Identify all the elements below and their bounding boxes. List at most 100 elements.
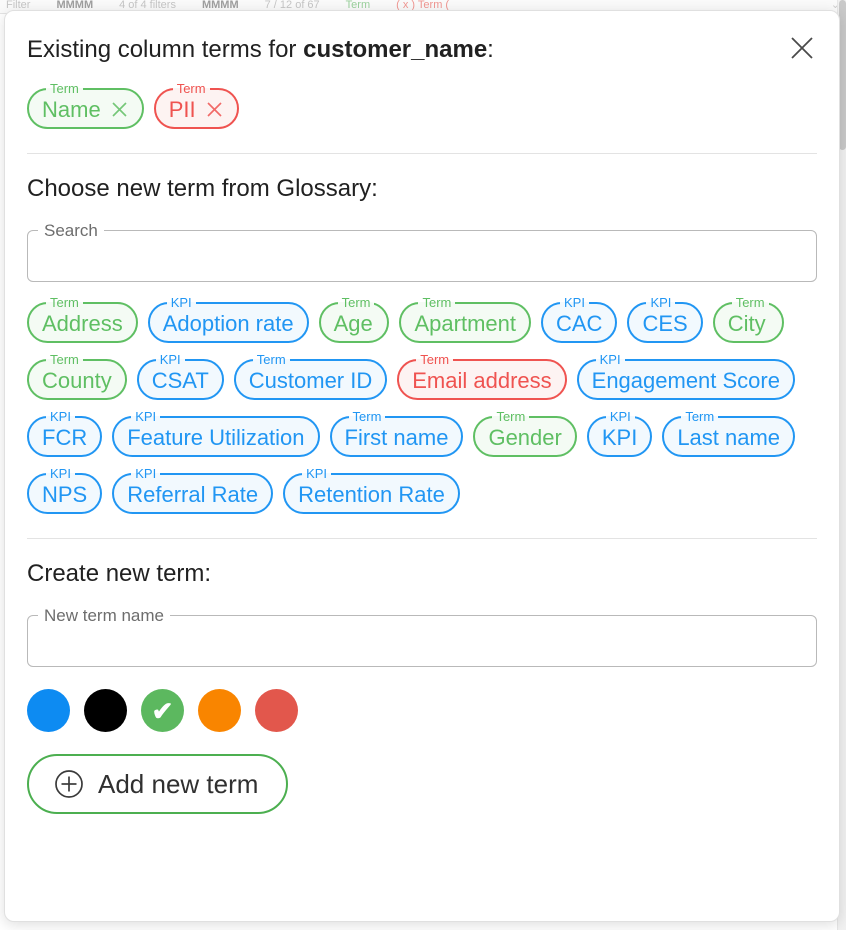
chip-fcr[interactable]: KPI FCR [27,409,103,457]
chip-label: Customer ID [248,368,373,393]
chip-engagement-score[interactable]: KPI Engagement Score [576,352,795,400]
new-term-name-field: New term name [27,606,817,672]
chip-label: Address [42,311,123,336]
chip-cac[interactable]: KPI CAC [540,295,618,343]
chip-feature-utilization[interactable]: KPI Feature Utilization [112,409,320,457]
chip-apartment[interactable]: Term Apartment [399,296,531,343]
chip-remove-icon[interactable] [205,100,224,119]
divider-existing [27,153,817,154]
chip-label: CAC [555,311,603,336]
chip-city[interactable]: Term City [712,295,784,343]
chip-kind-label: KPI [609,409,631,424]
chip-label: Referral Rate [127,482,259,507]
chip-kind-label: Term [176,81,206,96]
chip-label: FCR [42,425,88,450]
divider-glossary [27,538,817,539]
color-swatch-blue[interactable] [27,689,70,732]
existing-terms-title: Existing column terms for customer_name: [27,35,817,65]
existing-terms-chip-list: Term Name Term PII [27,82,817,129]
glossary-title: Choose new term from Glossary: [27,175,378,202]
chip-address[interactable]: Term Address [27,296,138,343]
search-field-label: Search [44,221,98,240]
glossary-chip-list: Term Address KPI Adoption rate Term Age Term Ap… [27,296,817,514]
chip-label: CES [642,311,688,336]
chip-kind-label: KPI [135,466,157,481]
create-term-title: Create new term: [27,560,212,587]
new-term-name-input[interactable] [28,624,816,672]
chip-label: Last name [677,425,781,450]
chip-kind-label: Term [422,295,452,310]
chip-kind-label: Term [50,352,79,367]
chip-email-address[interactable]: Term Email address [397,352,567,400]
chip-last-name[interactable]: Term Last name [662,409,796,457]
chip-label: CSAT [151,368,209,393]
chip-label: City [727,311,766,336]
chip-kind-label: KPI [159,352,181,367]
add-new-term-button[interactable]: Add new term [27,754,289,814]
column-name: customer_name [303,36,488,63]
chip-label: First name [344,425,449,450]
chip-kind-label: KPI [170,295,192,310]
chip-name[interactable]: Term Name [27,82,144,129]
chip-adoption-rate[interactable]: KPI Adoption rate [147,295,309,343]
chip-kind-label: KPI [50,409,71,424]
color-swatch-red[interactable] [255,689,298,732]
chip-label: County [42,368,112,393]
chip-gender[interactable]: Term Gender [473,409,577,457]
existing-terms-title-prefix: Existing column terms for [27,36,304,63]
page-scrollbar-thumb[interactable] [839,0,846,150]
chip-kind-label: Term [352,409,382,424]
chip-pii[interactable]: Term PII [153,81,239,129]
chip-kind-label: KPI [306,466,328,481]
chip-kind-label: Term [496,409,526,424]
search-input[interactable] [28,239,816,287]
color-swatch-black[interactable] [84,689,127,732]
chip-csat[interactable]: KPI CSAT [136,352,224,400]
chip-kind-label: Term [50,81,79,96]
close-icon[interactable] [785,31,819,65]
chip-kind-label: KPI [599,352,621,367]
chip-label: Name [42,97,101,122]
column-terms-dialog: Existing column terms for customer_name:… [4,10,840,922]
chip-label: Feature Utilization [127,425,305,450]
chip-label: NPS [42,482,88,507]
chip-kind-label: Term [256,352,286,367]
chip-kind-label: Term [735,295,765,310]
chip-county[interactable]: Term County [27,353,127,400]
color-swatch-orange[interactable] [198,689,241,732]
add-new-term-label: Add new term [98,768,259,799]
chip-label: Adoption rate [162,311,294,336]
color-swatch-green[interactable]: ✔ [141,689,184,732]
chip-kind-label: KPI [135,409,157,424]
chip-label: PII [168,97,196,122]
chip-label: Engagement Score [591,368,780,393]
chip-kind-label: Term [420,352,450,367]
chip-kind-label: Term [341,295,371,310]
chip-age[interactable]: Term Age [318,295,390,343]
chip-label: KPI [601,425,638,450]
chip-kind-label: Term [50,295,79,310]
chip-remove-icon[interactable] [110,100,129,119]
chip-retention-rate[interactable]: KPI Retention Rate [283,467,460,514]
chip-label: Retention Rate [298,482,445,507]
search-field: Search [27,221,817,287]
chip-label: Email address [412,368,552,393]
chip-label: Apartment [414,311,516,336]
plus-circle-icon [53,768,85,800]
chip-kind-label: KPI [50,466,71,481]
chip-ces[interactable]: KPI CES [627,295,703,343]
check-icon: ✔ [151,695,174,726]
new-term-name-label: New term name [44,606,164,625]
color-swatch-list: ✔ [27,689,817,732]
chip-customer-id[interactable]: Term Customer ID [233,352,388,400]
existing-terms-title-suffix: : [487,36,494,63]
chip-referral-rate[interactable]: KPI Referral Rate [112,466,274,514]
chip-nps[interactable]: KPI NPS [27,466,103,514]
chip-label: Age [333,311,373,336]
chip-kind-label: KPI [650,295,672,310]
chip-kind-label: KPI [563,295,585,310]
chip-kpi[interactable]: KPI KPI [586,409,653,457]
chip-first-name[interactable]: Term First name [329,409,464,457]
chip-kind-label: Term [685,409,715,424]
chip-label: Gender [488,425,562,450]
